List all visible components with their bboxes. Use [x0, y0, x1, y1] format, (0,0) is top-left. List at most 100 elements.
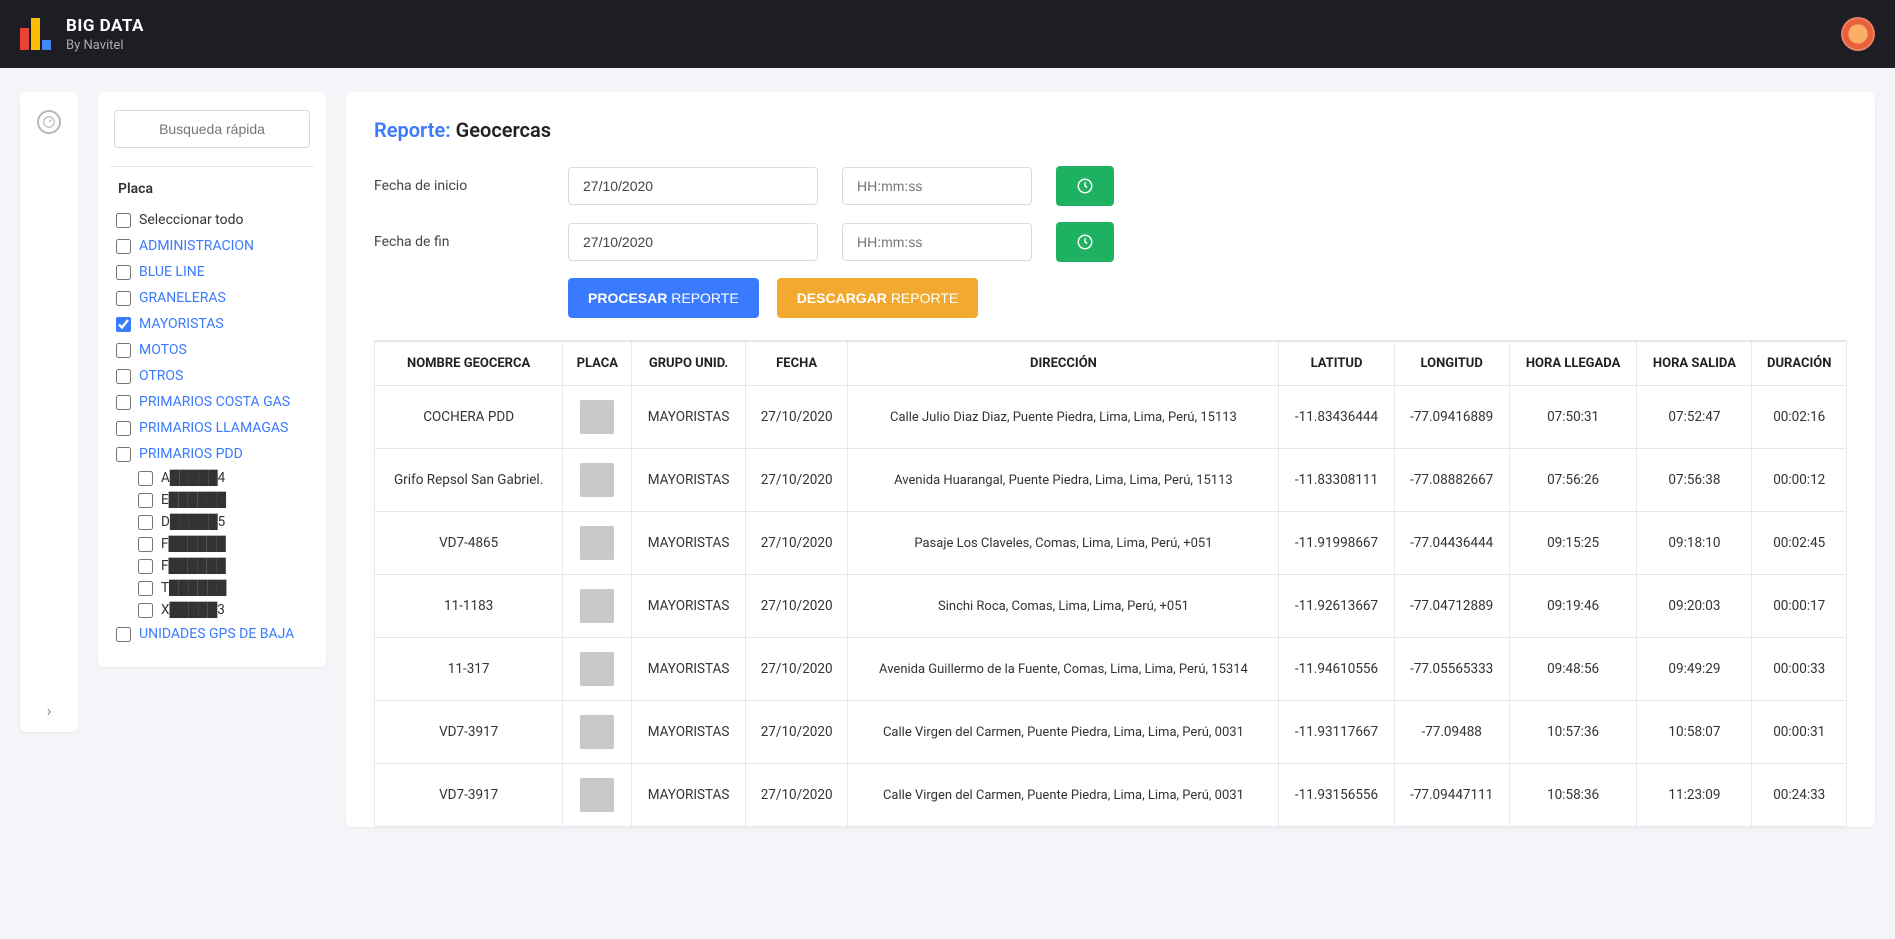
checkbox[interactable]	[116, 447, 131, 462]
checkbox[interactable]	[138, 603, 153, 618]
content-panel: Reporte: Geocercas Fecha de inicio Fecha…	[346, 92, 1875, 827]
checkbox[interactable]	[116, 421, 131, 436]
checkbox[interactable]	[138, 515, 153, 530]
cell: 07:50:31	[1509, 386, 1637, 449]
cell: -77.09416889	[1394, 386, 1509, 449]
report-table-wrap: NOMBRE GEOCERCA PLACA GRUPO UNID. FECHA …	[374, 340, 1847, 827]
sidebar-group-seleccionar-todo[interactable]: Seleccionar todo	[114, 207, 310, 233]
cell: 27/10/2020	[745, 701, 848, 764]
cell: -11.93156556	[1279, 764, 1394, 827]
btn-rest: REPORTE	[891, 290, 958, 306]
cell: 00:00:31	[1752, 701, 1847, 764]
sidebar-sub-item[interactable]: T██████	[136, 577, 310, 599]
sidebar-sub-item[interactable]: D█████5	[136, 511, 310, 533]
cell: 00:24:33	[1752, 764, 1847, 827]
cell: -77.09447111	[1394, 764, 1509, 827]
checkbox[interactable]	[116, 317, 131, 332]
topbar: BIG DATA By Navitel	[0, 0, 1895, 68]
cell: 09:49:29	[1637, 638, 1752, 701]
process-report-button[interactable]: PROCESAR REPORTE	[568, 278, 759, 318]
cell: 11-1183	[375, 575, 563, 638]
avatar[interactable]	[1841, 17, 1875, 51]
checkbox[interactable]	[116, 343, 131, 358]
checkbox[interactable]	[138, 559, 153, 574]
checkbox[interactable]	[116, 395, 131, 410]
checkbox[interactable]	[138, 581, 153, 596]
sidebar-sub-item-label: A█████4	[161, 470, 225, 486]
sidebar-group-administracion[interactable]: ADMINISTRACION	[114, 233, 310, 259]
search-input[interactable]	[114, 110, 310, 148]
sidebar-group-otros[interactable]: OTROS	[114, 363, 310, 389]
checkbox[interactable]	[116, 265, 131, 280]
col-duracion: DURACIÓN	[1752, 342, 1847, 386]
rail-expand-icon[interactable]: ›	[47, 701, 52, 720]
sidebar-sub-item[interactable]: F██████	[136, 555, 310, 577]
sidebar-group-motos[interactable]: MOTOS	[114, 337, 310, 363]
cell: 00:00:33	[1752, 638, 1847, 701]
sidebar-group-blue-line[interactable]: BLUE LINE	[114, 259, 310, 285]
sidebar-group-graneleras[interactable]: GRANELERAS	[114, 285, 310, 311]
col-direccion: DIRECCIÓN	[848, 342, 1279, 386]
cell: 27/10/2020	[745, 512, 848, 575]
sidebar-group-primarios-llamagas[interactable]: PRIMARIOS LLAMAGAS	[114, 415, 310, 441]
checkbox[interactable]	[116, 239, 131, 254]
cell: 07:56:38	[1637, 449, 1752, 512]
sidebar-group-label: OTROS	[139, 368, 183, 384]
start-time-input[interactable]	[842, 167, 1032, 205]
end-time-set-button[interactable]	[1056, 222, 1114, 262]
dashboard-icon[interactable]	[37, 110, 61, 134]
cell: -77.04712889	[1394, 575, 1509, 638]
checkbox[interactable]	[116, 627, 131, 642]
checkbox[interactable]	[116, 369, 131, 384]
sidebar-sub-item-label: E██████	[161, 492, 226, 508]
sidebar-sub-item[interactable]: E██████	[136, 489, 310, 511]
sidebar-group-unidades-gps-de-baja[interactable]: UNIDADES GPS DE BAJA	[114, 621, 310, 647]
col-latitud: LATITUD	[1279, 342, 1394, 386]
cell: 00:00:12	[1752, 449, 1847, 512]
cell: -11.83436444	[1279, 386, 1394, 449]
cell: VD7-3917	[375, 701, 563, 764]
table-header-row: NOMBRE GEOCERCA PLACA GRUPO UNID. FECHA …	[375, 342, 1847, 386]
cell: MAYORISTAS	[632, 701, 746, 764]
checkbox[interactable]	[138, 537, 153, 552]
sidebar-group-mayoristas[interactable]: MAYORISTAS	[114, 311, 310, 337]
table-row: COCHERA PDDMAYORISTAS27/10/2020Calle Jul…	[375, 386, 1847, 449]
placa-cell	[563, 701, 632, 764]
placa-cell	[563, 764, 632, 827]
sidebar-group-label: Seleccionar todo	[139, 212, 243, 228]
end-date-input[interactable]	[568, 223, 818, 261]
placa-cell	[563, 386, 632, 449]
sidebar-group-label: PRIMARIOS PDD	[139, 446, 243, 462]
end-time-input[interactable]	[842, 223, 1032, 261]
cell: Avenida Huarangal, Puente Piedra, Lima, …	[848, 449, 1279, 512]
placa-placeholder	[580, 715, 614, 749]
sidebar-sub-item[interactable]: X█████3	[136, 599, 310, 621]
sidebar-sub-item[interactable]: F██████	[136, 533, 310, 555]
start-date-input[interactable]	[568, 167, 818, 205]
cell: -77.09488	[1394, 701, 1509, 764]
sidebar-group-primarios-costa-gas[interactable]: PRIMARIOS COSTA GAS	[114, 389, 310, 415]
cell: 09:19:46	[1509, 575, 1637, 638]
start-date-label: Fecha de inicio	[374, 178, 544, 194]
sidebar-sub-item-label: F██████	[161, 536, 226, 552]
sidebar-sub-item[interactable]: A█████4	[136, 467, 310, 489]
sidebar-group-label: GRANELERAS	[139, 290, 226, 306]
placa-cell	[563, 638, 632, 701]
checkbox[interactable]	[116, 213, 131, 228]
title-suffix: Geocercas	[456, 118, 551, 142]
start-time-set-button[interactable]	[1056, 166, 1114, 206]
checkbox[interactable]	[116, 291, 131, 306]
table-row: Grifo Repsol San Gabriel.MAYORISTAS27/10…	[375, 449, 1847, 512]
sidebar-group-primarios-pdd[interactable]: PRIMARIOS PDD	[114, 441, 310, 467]
cell: 10:57:36	[1509, 701, 1637, 764]
cell: 27/10/2020	[745, 386, 848, 449]
cell: 00:02:16	[1752, 386, 1847, 449]
checkbox[interactable]	[138, 493, 153, 508]
sidebar-sub-item-label: T██████	[161, 580, 226, 596]
checkbox[interactable]	[138, 471, 153, 486]
download-report-button[interactable]: DESCARGAR REPORTE	[777, 278, 979, 318]
clock-icon	[1076, 177, 1094, 195]
sidebar-group-label: PRIMARIOS LLAMAGAS	[139, 420, 288, 436]
sidebar-sub-item-label: F██████	[161, 558, 226, 574]
cell: COCHERA PDD	[375, 386, 563, 449]
